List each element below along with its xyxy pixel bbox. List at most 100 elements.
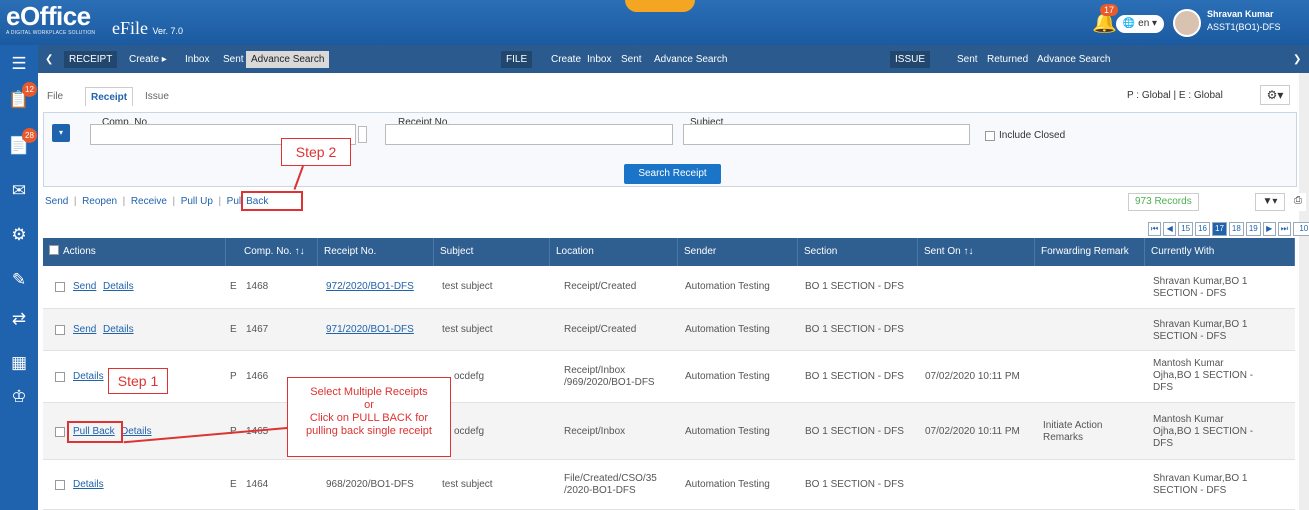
- next-page-icon[interactable]: ▶: [1262, 222, 1276, 236]
- tab-receipt[interactable]: Receipt: [85, 87, 134, 107]
- table-row[interactable]: Details E 1464 968/2020/BO1-DFS test sub…: [43, 460, 1295, 510]
- row-comp-no: 1466: [246, 371, 269, 382]
- header-receipt-no[interactable]: Receipt No.: [318, 238, 434, 266]
- row-sender: Automation Testing: [685, 324, 770, 335]
- page-size-select[interactable]: 10 ▾: [1292, 222, 1309, 236]
- menu-receipt-create[interactable]: Create ▸: [124, 51, 172, 68]
- records-count: 973 Records: [1128, 193, 1199, 211]
- row-sender: Automation Testing: [685, 371, 770, 382]
- menu-receipt-sent[interactable]: Sent: [218, 51, 249, 68]
- header-forwarding-remark[interactable]: Forwarding Remark: [1035, 238, 1145, 266]
- reports-icon[interactable]: ▦: [7, 351, 31, 375]
- product-label: eFile: [112, 18, 148, 38]
- menu-receipt-inbox[interactable]: Inbox: [180, 51, 214, 68]
- row-details-link[interactable]: Details: [73, 479, 104, 491]
- signing-icon[interactable]: ✎: [7, 268, 31, 292]
- row-details-link[interactable]: Details: [73, 371, 104, 383]
- instruction-callout: Select Multiple Receipts or Click on PUL…: [287, 377, 451, 457]
- menu-file-create[interactable]: Create: [546, 51, 586, 68]
- row-checkbox[interactable]: [55, 480, 65, 490]
- menu-issue-label[interactable]: ISSUE: [890, 51, 931, 68]
- row-send-link[interactable]: Send: [73, 281, 96, 293]
- row-receipt-no[interactable]: 971/2020/BO1-DFS: [326, 324, 414, 336]
- row-checkbox[interactable]: [55, 325, 65, 335]
- menu-issue-returned[interactable]: Returned: [982, 51, 1033, 68]
- menu-receipt-advance-search[interactable]: Advance Search: [246, 51, 330, 68]
- action-reopen[interactable]: Reopen: [82, 196, 117, 207]
- file-count-badge: 28: [22, 128, 37, 143]
- row-send-link[interactable]: Send: [73, 324, 96, 336]
- select-all-checkbox[interactable]: [49, 245, 59, 255]
- menu-receipt-label[interactable]: RECEIPT: [64, 51, 118, 68]
- hamburger-menu-icon[interactable]: ☰: [7, 52, 31, 76]
- page-15[interactable]: 15: [1178, 222, 1194, 236]
- table-row[interactable]: Details P 1466 ocdefg Receipt/Inbox /969…: [43, 351, 1295, 403]
- eoffice-logo[interactable]: eOffice A DIGITAL WORKPLACE SOLUTION: [6, 3, 95, 36]
- menubar-scroll-right-icon[interactable]: ❯: [1288, 51, 1306, 68]
- filter-icon[interactable]: ▼▾: [1255, 193, 1285, 211]
- page-19[interactable]: 19: [1245, 222, 1261, 236]
- search-receipt-button[interactable]: Search Receipt: [624, 164, 721, 184]
- row-checkbox[interactable]: [55, 372, 65, 382]
- row-currently-with: Shravan Kumar,BO 1: [1153, 473, 1248, 484]
- prev-page-icon[interactable]: ◀: [1163, 222, 1177, 236]
- receipt-no-field[interactable]: [385, 124, 673, 145]
- menubar-scroll-left-icon[interactable]: ❮: [40, 51, 58, 68]
- dispatch-mail-icon[interactable]: ✉: [7, 179, 31, 203]
- menu-file-inbox[interactable]: Inbox: [582, 51, 616, 68]
- tab-file[interactable]: File: [42, 87, 68, 107]
- language-selector[interactable]: 🌐 en ▾: [1116, 15, 1164, 33]
- page-16[interactable]: 16: [1195, 222, 1211, 236]
- include-closed-checkbox[interactable]: [985, 131, 995, 141]
- row-checkbox[interactable]: [55, 282, 65, 292]
- header-actions[interactable]: Actions: [43, 238, 226, 266]
- receipt-count-badge: 12: [22, 82, 37, 97]
- dashboard-icon[interactable]: ⚙: [7, 223, 31, 247]
- menu-issue-advance-search[interactable]: Advance Search: [1032, 51, 1115, 68]
- comp-no-sort-icon[interactable]: [358, 126, 367, 143]
- row-subject: ocdefg: [454, 371, 485, 382]
- header-section[interactable]: Section: [798, 238, 918, 266]
- menu-file-advance-search[interactable]: Advance Search: [649, 51, 732, 68]
- users-settings-icon[interactable]: ♔: [7, 385, 31, 409]
- menu-file-sent[interactable]: Sent: [616, 51, 647, 68]
- subject-field[interactable]: [683, 124, 970, 145]
- row-details-link[interactable]: Details: [103, 324, 134, 336]
- header-subject[interactable]: Subject: [434, 238, 550, 266]
- row-checkbox[interactable]: [55, 427, 65, 437]
- page-18[interactable]: 18: [1228, 222, 1244, 236]
- header-notch-handle[interactable]: [625, 0, 695, 12]
- header-sender[interactable]: Sender: [678, 238, 798, 266]
- header-comp-no[interactable]: Comp. No. ↑↓: [238, 238, 318, 266]
- page-scrollbar[interactable]: [1299, 73, 1309, 510]
- row-currently-with: Mantosh Kumar: [1153, 414, 1224, 425]
- row-currently-with: Shravan Kumar,BO 1: [1153, 319, 1248, 330]
- pagination: ⏮ ◀ 15 16 17 18 19 ▶ ⏭ 10 ▾: [1148, 222, 1309, 236]
- user-info[interactable]: Shravan Kumar ASST1(BO1)-DFS: [1207, 8, 1281, 34]
- row-receipt-no[interactable]: 972/2020/BO1-DFS: [326, 281, 414, 293]
- gear-icon[interactable]: ⚙▾: [1260, 85, 1290, 105]
- first-page-icon[interactable]: ⏮: [1148, 222, 1162, 236]
- transfer-icon[interactable]: ⇄: [7, 307, 31, 331]
- row-type: E: [230, 479, 237, 490]
- row-details-link[interactable]: Details: [103, 281, 134, 293]
- header-currently-with[interactable]: Currently With: [1145, 238, 1295, 266]
- action-receive[interactable]: Receive: [131, 196, 167, 207]
- toggle-search-icon[interactable]: ▾: [52, 124, 70, 142]
- tab-issue[interactable]: Issue: [140, 87, 174, 107]
- action-pull-up[interactable]: Pull Up: [181, 196, 213, 207]
- menu-file-label[interactable]: FILE: [501, 51, 533, 68]
- header-location[interactable]: Location: [550, 238, 678, 266]
- page-17[interactable]: 17: [1212, 222, 1227, 236]
- row-forwarding-remark: Initiate Action: [1043, 420, 1103, 431]
- menu-issue-sent[interactable]: Sent: [952, 51, 983, 68]
- print-icon[interactable]: ⎙: [1290, 193, 1306, 211]
- row-details-link[interactable]: Details: [121, 426, 152, 438]
- action-send[interactable]: Send: [45, 196, 68, 207]
- avatar[interactable]: [1173, 9, 1201, 37]
- table-row[interactable]: Send Details E 1468 972/2020/BO1-DFS tes…: [43, 266, 1295, 309]
- action-separator: |: [215, 196, 224, 207]
- table-row[interactable]: Send Details E 1467 971/2020/BO1-DFS tes…: [43, 309, 1295, 351]
- header-sent-on[interactable]: Sent On ↑↓: [918, 238, 1035, 266]
- last-page-icon[interactable]: ⏭: [1277, 222, 1291, 236]
